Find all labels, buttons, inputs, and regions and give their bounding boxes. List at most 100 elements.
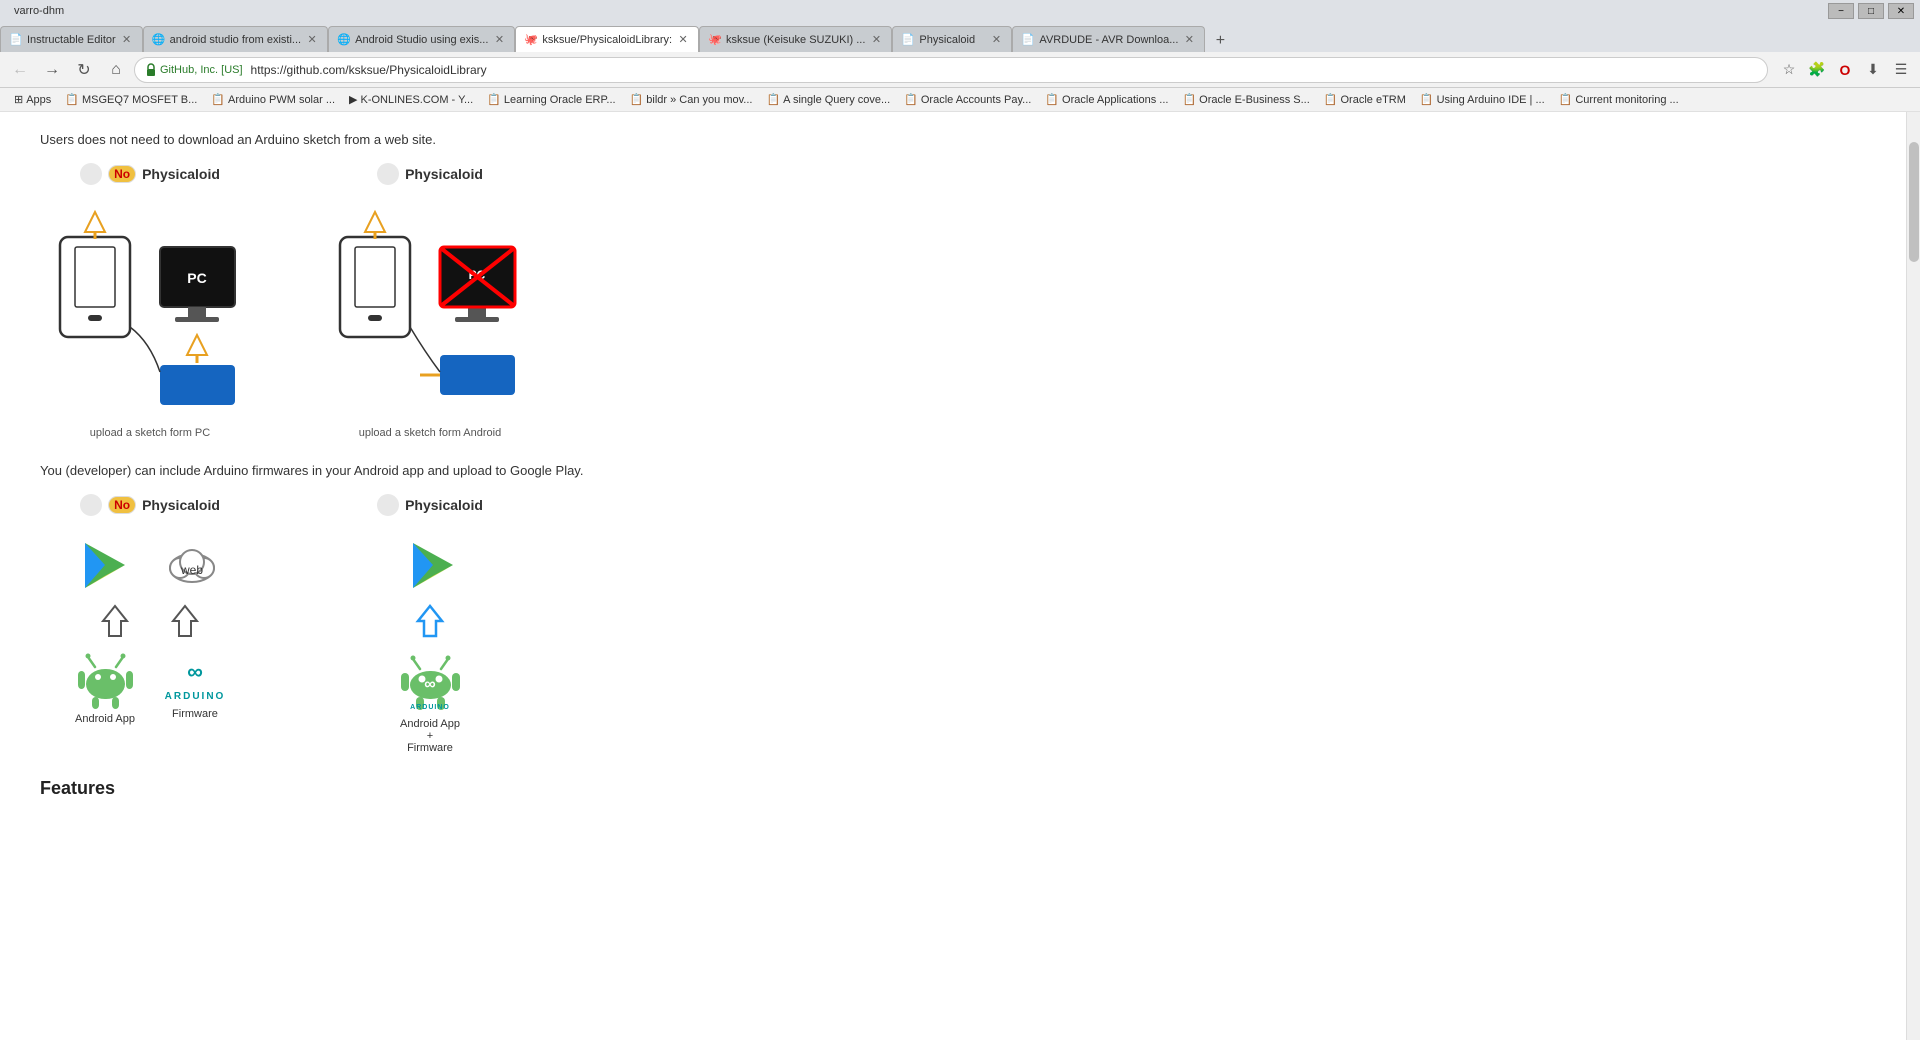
tab-close-6[interactable]: ✕ [989, 33, 1003, 47]
diagram-physicaloid: PC [320, 197, 540, 417]
tab-close-1[interactable]: ✕ [120, 33, 134, 47]
restore-button[interactable]: □ [1858, 3, 1884, 19]
opera-icon[interactable]: O [1832, 57, 1858, 83]
tab-instructable[interactable]: 📄 Instructable Editor ✕ [0, 26, 143, 52]
bookmark-star-icon[interactable]: ☆ [1776, 57, 1802, 83]
bookmark-oracle-etrm[interactable]: 📋 Oracle eTRM [1318, 91, 1412, 108]
extensions-icon[interactable]: 🧩 [1804, 57, 1830, 83]
caption-right-1: upload a sketch form Android [359, 427, 501, 439]
bookmark-arduino-ide[interactable]: 📋 Using Arduino IDE | ... [1414, 91, 1551, 108]
icon-android-arduino-right: ∞ [398, 649, 463, 754]
tab-favicon-1: 📄 [9, 33, 23, 47]
bookmark-apps[interactable]: ⊞ Apps [8, 91, 57, 108]
intro-text-1: Users does not need to download an Ardui… [40, 132, 1866, 147]
svg-text:ARDUINO: ARDUINO [410, 704, 450, 711]
bookmark-oracle-ebusiness[interactable]: 📋 Oracle E-Business S... [1176, 91, 1315, 108]
physicaloid-circle-1 [377, 163, 399, 185]
tab-favicon-7: 📄 [1021, 33, 1035, 47]
tab-favicon-5: 🐙 [708, 33, 722, 47]
icon-google-play-right [403, 538, 458, 593]
tab-close-7[interactable]: ✕ [1182, 33, 1196, 47]
bookmark-current-monitoring-icon: 📋 [1559, 93, 1573, 106]
bookmark-arduino-ide-label: Using Arduino IDE | ... [1437, 94, 1545, 106]
bookmark-learning-oracle[interactable]: 📋 Learning Oracle ERP... [481, 91, 621, 108]
tab-close-4[interactable]: ✕ [676, 33, 690, 47]
no-circle-2 [80, 494, 102, 516]
home-button[interactable]: ⌂ [102, 56, 130, 84]
bookmark-learning-oracle-icon: 📋 [487, 93, 501, 106]
svg-text:PC: PC [187, 270, 206, 286]
tab-physicaloid-library[interactable]: 🐙 ksksue/PhysicaloidLibrary: ✕ [515, 26, 699, 52]
address-bar[interactable]: GitHub, Inc. [US] https://github.com/ksk… [134, 57, 1768, 83]
bookmark-bildr[interactable]: 📋 bildr » Can you mov... [624, 91, 759, 108]
physicaloid-circle-2 [377, 494, 399, 516]
comparison-section-1: No Physicaloid PC [40, 163, 1866, 439]
svg-text:∞: ∞ [187, 659, 203, 684]
reload-button[interactable]: ↻ [70, 56, 98, 84]
page-wrapper: Users does not need to download an Ardui… [0, 112, 1920, 1040]
bookmark-current-monitoring[interactable]: 📋 Current monitoring ... [1553, 91, 1685, 108]
tab-favicon-2: 🌐 [152, 33, 166, 47]
bookmark-oracle-etrm-icon: 📋 [1324, 93, 1338, 106]
tab-android-studio-2[interactable]: 🌐 Android Studio using exis... ✕ [328, 26, 515, 52]
tab-avrdude[interactable]: 📄 AVRDUDE - AVR Downloa... ✕ [1012, 26, 1205, 52]
tab-physicaloid[interactable]: 📄 Physicaloid ✕ [892, 26, 1012, 52]
diagram-no-physicaloid: PC [40, 197, 260, 417]
bookmark-current-monitoring-label: Current monitoring ... [1575, 94, 1678, 106]
bookmark-oracle-applications[interactable]: 📋 Oracle Applications ... [1039, 91, 1174, 108]
no-circle-1 [80, 163, 102, 185]
tab-favicon-6: 📄 [901, 33, 915, 47]
tab-favicon-4: 🐙 [524, 33, 538, 47]
section-title-left-1: No Physicaloid [80, 163, 220, 185]
minimize-button[interactable]: − [1828, 3, 1854, 19]
scrollbar[interactable] [1906, 112, 1920, 1040]
back-button[interactable]: ← [6, 56, 34, 84]
scrollbar-thumb[interactable] [1909, 142, 1919, 262]
android-app-label-left: Android App [75, 713, 135, 725]
tab-bar: 📄 Instructable Editor ✕ 🌐 android studio… [0, 22, 1920, 52]
bookmark-arduino-pwm-icon: 📋 [211, 93, 225, 106]
section-title-left-2: No Physicaloid [80, 494, 220, 516]
bookmark-msgeq7[interactable]: 📋 MSGEQ7 MOSFET B... [59, 91, 203, 108]
comparison-col-left-1: No Physicaloid PC [40, 163, 260, 439]
tab-favicon-3: 🌐 [337, 33, 351, 47]
tab-close-2[interactable]: ✕ [305, 33, 319, 47]
svg-text:web: web [180, 563, 203, 577]
bookmarks-bar: ⊞ Apps 📋 MSGEQ7 MOSFET B... 📋 Arduino PW… [0, 88, 1920, 112]
bookmark-oracle-accounts[interactable]: 📋 Oracle Accounts Pay... [898, 91, 1037, 108]
close-button[interactable]: ✕ [1888, 3, 1914, 19]
bookmark-oracle-etrm-label: Oracle eTRM [1341, 94, 1406, 106]
toolbar-icons: ☆ 🧩 O ⬇ ☰ [1776, 57, 1914, 83]
security-label: GitHub, Inc. [US] [160, 64, 243, 76]
left-title-2: Physicaloid [142, 497, 220, 513]
bookmark-bildr-label: bildr » Can you mov... [646, 94, 752, 106]
icon-row-bottom-right: ∞ [398, 649, 463, 754]
tab-close-3[interactable]: ✕ [492, 33, 506, 47]
bookmark-arduino-pwm[interactable]: 📋 Arduino PWM solar ... [205, 91, 341, 108]
icon-grid-right: ∞ [398, 538, 463, 754]
icon-arduino-left: ∞ ARDUINO Firmware [165, 649, 225, 725]
tab-ksksue[interactable]: 🐙 ksksue (Keisuke SUZUKI) ... ✕ [699, 26, 892, 52]
bookmark-konlines[interactable]: ▶ K-ONLINES.COM - Y... [343, 91, 479, 108]
address-text: https://github.com/ksksue/PhysicaloidLib… [251, 63, 487, 77]
tab-android-studio-1[interactable]: 🌐 android studio from existi... ✕ [143, 26, 328, 52]
menu-icon[interactable]: ☰ [1888, 57, 1914, 83]
tab-label-6: Physicaloid [919, 34, 985, 46]
forward-button[interactable]: → [38, 56, 66, 84]
comparison-col-left-2: No Physicaloid [40, 494, 260, 754]
toolbar: ← → ↻ ⌂ GitHub, Inc. [US] https://github… [0, 52, 1920, 88]
icon-row-top-left: web [75, 538, 225, 593]
right-title-2: Physicaloid [405, 497, 483, 513]
no-badge-1: No [108, 165, 136, 183]
android-firmware-label-right: Android App + Firmware [400, 718, 460, 754]
tab-label-5: ksksue (Keisuke SUZUKI) ... [726, 34, 865, 46]
intro-text-2: You (developer) can include Arduino firm… [40, 463, 1866, 478]
bookmark-konlines-label: K-ONLINES.COM - Y... [360, 94, 473, 106]
download-icon[interactable]: ⬇ [1860, 57, 1886, 83]
new-tab-button[interactable]: + [1209, 30, 1231, 52]
bookmark-single-query-icon: 📋 [766, 93, 780, 106]
comparison-col-right-1: Physicaloid PC [320, 163, 540, 439]
tab-close-5[interactable]: ✕ [869, 33, 883, 47]
bookmark-single-query[interactable]: 📋 A single Query cove... [760, 91, 896, 108]
bookmark-oracle-accounts-label: Oracle Accounts Pay... [921, 94, 1031, 106]
